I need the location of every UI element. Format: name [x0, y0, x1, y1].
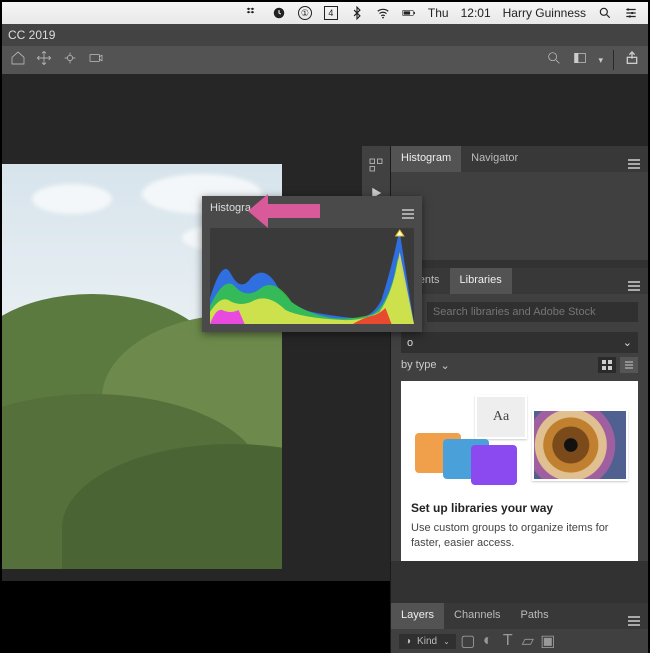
search-icon[interactable]	[546, 50, 562, 71]
libraries-panel: stments Libraries 🔍 o ⌄ by type	[391, 268, 648, 569]
chevron-down-icon[interactable]: ▾	[598, 55, 603, 66]
spotlight-icon[interactable]	[598, 6, 612, 20]
home-icon[interactable]	[10, 50, 26, 71]
filter-adjust-icon[interactable]: ◐	[480, 633, 496, 649]
layer-filter-kind[interactable]: ◑ Kind ⌄	[399, 634, 456, 649]
eye-image	[532, 409, 628, 481]
chevron-down-icon: ⌄	[440, 359, 449, 372]
dropbox-icon[interactable]	[246, 6, 260, 20]
panel-menu-icon[interactable]	[620, 146, 648, 172]
battery-icon[interactable]	[402, 6, 416, 20]
library-select-label: o	[407, 337, 413, 349]
folder-icon	[471, 445, 517, 485]
panel-menu-icon[interactable]	[620, 268, 648, 294]
macos-menubar: ① 4 Thu 12:01 Harry Guinness	[2, 2, 648, 24]
menubar-day[interactable]: Thu	[428, 6, 449, 20]
tab-layers[interactable]: Layers	[391, 603, 444, 629]
filter-shape-icon[interactable]: ▱	[520, 633, 536, 649]
filter-smart-icon[interactable]: ▣	[540, 633, 556, 649]
menubar-time[interactable]: 12:01	[461, 6, 491, 20]
library-select[interactable]: o ⌄	[401, 332, 638, 353]
filter-image-icon[interactable]: ▢	[460, 633, 476, 649]
annotation-arrow	[248, 194, 320, 228]
camera-icon[interactable]	[88, 50, 104, 71]
libraries-onboarding-card: Aa Set up libraries your way Use custom …	[401, 381, 638, 561]
list-view-button[interactable]	[620, 357, 638, 373]
tab-channels[interactable]: Channels	[444, 603, 510, 629]
menubar-user[interactable]: Harry Guinness	[503, 6, 586, 20]
layers-panel: Layers Channels Paths ◑ Kind ⌄ ▢ ◐ T ▱ ▣	[391, 603, 648, 653]
control-center-icon[interactable]	[624, 6, 638, 20]
tab-navigator[interactable]: Navigator	[461, 146, 528, 172]
filter-type-icon[interactable]: T	[500, 633, 516, 649]
chevron-down-icon: ⌄	[623, 336, 632, 349]
right-panel-column: Histogram Navigator stments Libraries 🔍	[390, 146, 648, 653]
history-dock-icon[interactable]	[367, 156, 385, 174]
target-icon[interactable]	[62, 50, 78, 71]
histogram-chart	[210, 228, 414, 324]
grid-view-button[interactable]	[598, 357, 616, 373]
histogram-panel: Histogram Navigator	[391, 146, 648, 260]
tab-histogram[interactable]: Histogram	[391, 146, 461, 172]
chevron-down-icon: ⌄	[443, 637, 450, 646]
card-title: Set up libraries your way	[411, 501, 628, 515]
move-icon[interactable]	[36, 50, 52, 71]
panel-menu-icon[interactable]	[620, 603, 648, 629]
floating-panel-title: Histogra	[210, 202, 251, 214]
tab-paths[interactable]: Paths	[511, 603, 559, 629]
tab-libraries[interactable]: Libraries	[450, 268, 512, 294]
app-title: CC 2019	[8, 28, 55, 42]
app-title-bar: CC 2019	[2, 24, 648, 46]
calendar-icon[interactable]: 4	[324, 6, 338, 20]
wifi-icon[interactable]	[376, 6, 390, 20]
clock-icon[interactable]	[272, 6, 286, 20]
tool-options-bar: ▾	[2, 46, 648, 74]
one-icon[interactable]: ①	[298, 6, 312, 20]
share-icon[interactable]	[624, 50, 640, 71]
card-body: Use custom groups to organize items for …	[411, 521, 628, 551]
libraries-search-input[interactable]	[427, 302, 638, 322]
filter-eye-icon: ◑	[405, 636, 411, 647]
sort-label[interactable]: by type	[401, 359, 436, 371]
panel-menu-icon[interactable]	[402, 202, 414, 214]
workspace-switcher-icon[interactable]	[572, 50, 588, 71]
bluetooth-icon[interactable]	[350, 6, 364, 20]
